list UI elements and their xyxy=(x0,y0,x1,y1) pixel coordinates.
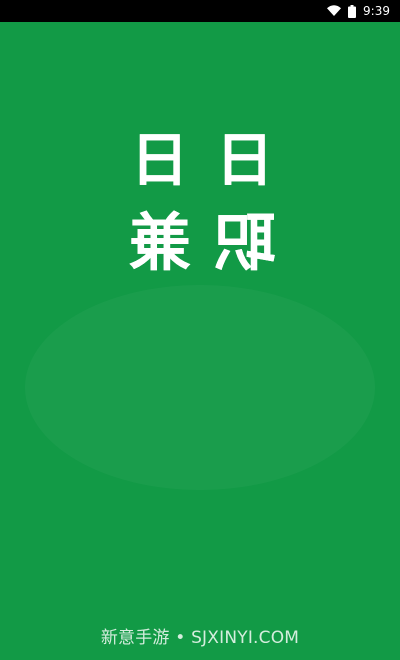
logo-char-2: 日 xyxy=(216,126,275,194)
background-circle-decoration xyxy=(25,285,375,490)
battery-icon xyxy=(348,4,357,18)
logo-char-1: 日 xyxy=(131,126,190,194)
app-logo: 日 日 兼 职 xyxy=(118,122,288,292)
splash-screen: 9:39 日 日 兼 职 新意手游 • SJXINYI.COM xyxy=(0,0,400,660)
status-time: 9:39 xyxy=(363,4,390,18)
logo-char-3: 兼 xyxy=(129,206,192,279)
wifi-icon xyxy=(327,5,342,17)
logo-char-4: 职 xyxy=(214,206,277,279)
watermark-text: 新意手游 • SJXINYI.COM xyxy=(100,628,300,648)
status-bar: 9:39 xyxy=(0,0,400,22)
